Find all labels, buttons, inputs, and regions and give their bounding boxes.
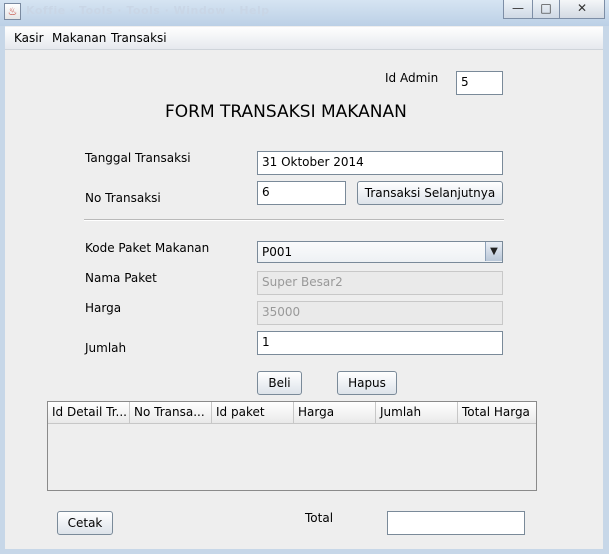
detail-table[interactable]: Id Detail Tr... No Transa... Id paket Ha… <box>47 401 537 491</box>
total-field[interactable] <box>387 511 525 535</box>
separator <box>84 219 504 221</box>
jumlah-label: Jumlah <box>85 341 127 355</box>
nama-paket-field: Super Besar2 <box>257 271 503 295</box>
table-header: Id Detail Tr... No Transa... Id paket Ha… <box>48 402 536 424</box>
window-frame <box>0 549 609 554</box>
column-header[interactable]: Id Detail Tr... <box>48 402 130 423</box>
kode-paket-label: Kode Paket Makanan <box>85 241 210 255</box>
maximize-button[interactable]: □ <box>532 0 560 19</box>
column-header[interactable]: Harga <box>294 402 376 423</box>
harga-label: Harga <box>85 301 122 315</box>
form-title: FORM TRANSAKSI MAKANAN <box>165 102 407 122</box>
window-title: Koffie · Tools · Tools · Window · Help <box>26 4 270 17</box>
menu-kasir[interactable]: Kasir <box>14 31 44 45</box>
tanggal-label: Tanggal Transaksi <box>85 151 191 165</box>
hapus-button[interactable]: Hapus <box>337 371 397 395</box>
java-icon[interactable]: ♨ <box>4 3 21 20</box>
kode-paket-combobox[interactable]: P001 <box>257 241 503 263</box>
nama-paket-label: Nama Paket <box>85 271 157 285</box>
column-header[interactable]: Id paket <box>212 402 294 423</box>
cetak-button[interactable]: Cetak <box>57 511 113 535</box>
close-button[interactable]: ✕ <box>559 0 605 19</box>
id-admin-field[interactable]: 5 <box>456 71 503 95</box>
tanggal-field[interactable]: 31 Oktober 2014 <box>257 151 503 175</box>
menu-transaksi[interactable]: Transaksi <box>111 31 167 45</box>
window-frame <box>603 26 609 554</box>
kode-paket-value: P001 <box>262 245 293 259</box>
id-admin-label: Id Admin <box>385 71 439 85</box>
transaksi-selanjutnya-button[interactable]: Transaksi Selanjutnya <box>357 181 503 205</box>
no-transaksi-label: No Transaksi <box>85 191 161 205</box>
total-label: Total <box>305 511 334 525</box>
no-transaksi-field[interactable]: 6 <box>257 181 346 205</box>
minimize-button[interactable]: — <box>503 0 533 19</box>
menu-makanan[interactable]: Makanan <box>52 31 106 45</box>
column-header[interactable]: Jumlah <box>376 402 458 423</box>
chevron-down-icon[interactable]: ▼ <box>485 242 502 261</box>
column-header[interactable]: No Transa... <box>130 402 212 423</box>
harga-field: 35000 <box>257 301 503 325</box>
beli-button[interactable]: Beli <box>257 371 302 395</box>
jumlah-field[interactable]: 1 <box>257 331 503 355</box>
column-header[interactable]: Total Harga <box>458 402 536 423</box>
